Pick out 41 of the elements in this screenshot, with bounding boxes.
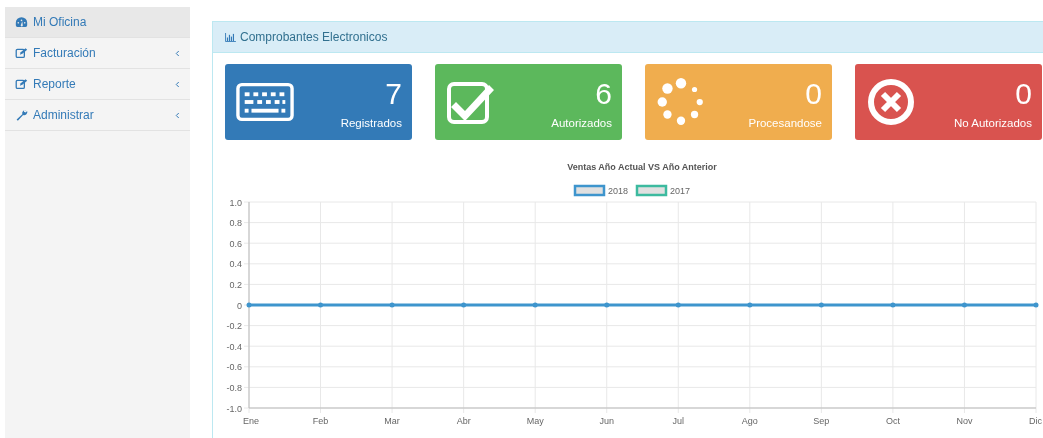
legend-label: 2017 <box>670 186 691 196</box>
x-tick-label: Sep <box>813 416 830 426</box>
y-tick-label: -0.2 <box>226 321 242 332</box>
card-label: No Autorizados <box>954 116 1032 129</box>
legend-item: 2017 <box>635 184 691 197</box>
chart-title: Ventas Año Actual VS Año Anterior <box>567 162 717 172</box>
y-tick-label: 0.6 <box>229 238 242 249</box>
x-tick-label: Jun <box>599 416 614 426</box>
y-tick-label: 0.8 <box>229 218 242 229</box>
y-tick-label: 1.0 <box>229 197 242 208</box>
y-tick-label: -1.0 <box>226 403 242 414</box>
card-label: Registrados <box>340 116 402 129</box>
x-tick-label: May <box>526 416 544 426</box>
card-label: Procesandose <box>748 116 822 129</box>
y-tick-label: 0 <box>237 300 242 311</box>
y-tick-label: -0.8 <box>226 382 242 393</box>
x-tick-label: Mar <box>384 416 400 426</box>
x-tick-label: Feb <box>312 416 329 426</box>
y-tick-label: -0.6 <box>226 362 242 373</box>
legend-label: 2018 <box>608 186 629 196</box>
x-tick-label: Jul <box>672 416 685 426</box>
panel-title: Comprobantes Electronicos <box>240 30 388 44</box>
sidebar-item[interactable]: Facturación <box>5 38 190 69</box>
sidebar-item[interactable]: Administrar <box>5 100 190 131</box>
x-tick-label: Abr <box>456 416 471 426</box>
x-tick-label: Dic <box>1029 416 1042 426</box>
card-count: 0 <box>1015 75 1032 112</box>
y-tick-label: 0.4 <box>229 259 242 270</box>
y-tick-label: -0.4 <box>226 341 242 352</box>
card-count: 6 <box>595 75 612 112</box>
sidebar-item[interactable]: Mi Oficina <box>5 7 190 38</box>
y-tick-label: 0.2 <box>229 279 242 290</box>
x-tick-label: Nov <box>956 416 973 426</box>
card-count: 7 <box>385 75 402 112</box>
card-count: 0 <box>805 75 822 112</box>
x-tick-label: Ago <box>741 416 758 426</box>
legend-item: 2018 <box>573 184 629 197</box>
card-label: Autorizados <box>551 116 612 129</box>
x-tick-label: Oct <box>885 416 900 426</box>
x-tick-label: Ene <box>243 416 259 426</box>
sidebar-item[interactable]: Reporte <box>5 69 190 100</box>
